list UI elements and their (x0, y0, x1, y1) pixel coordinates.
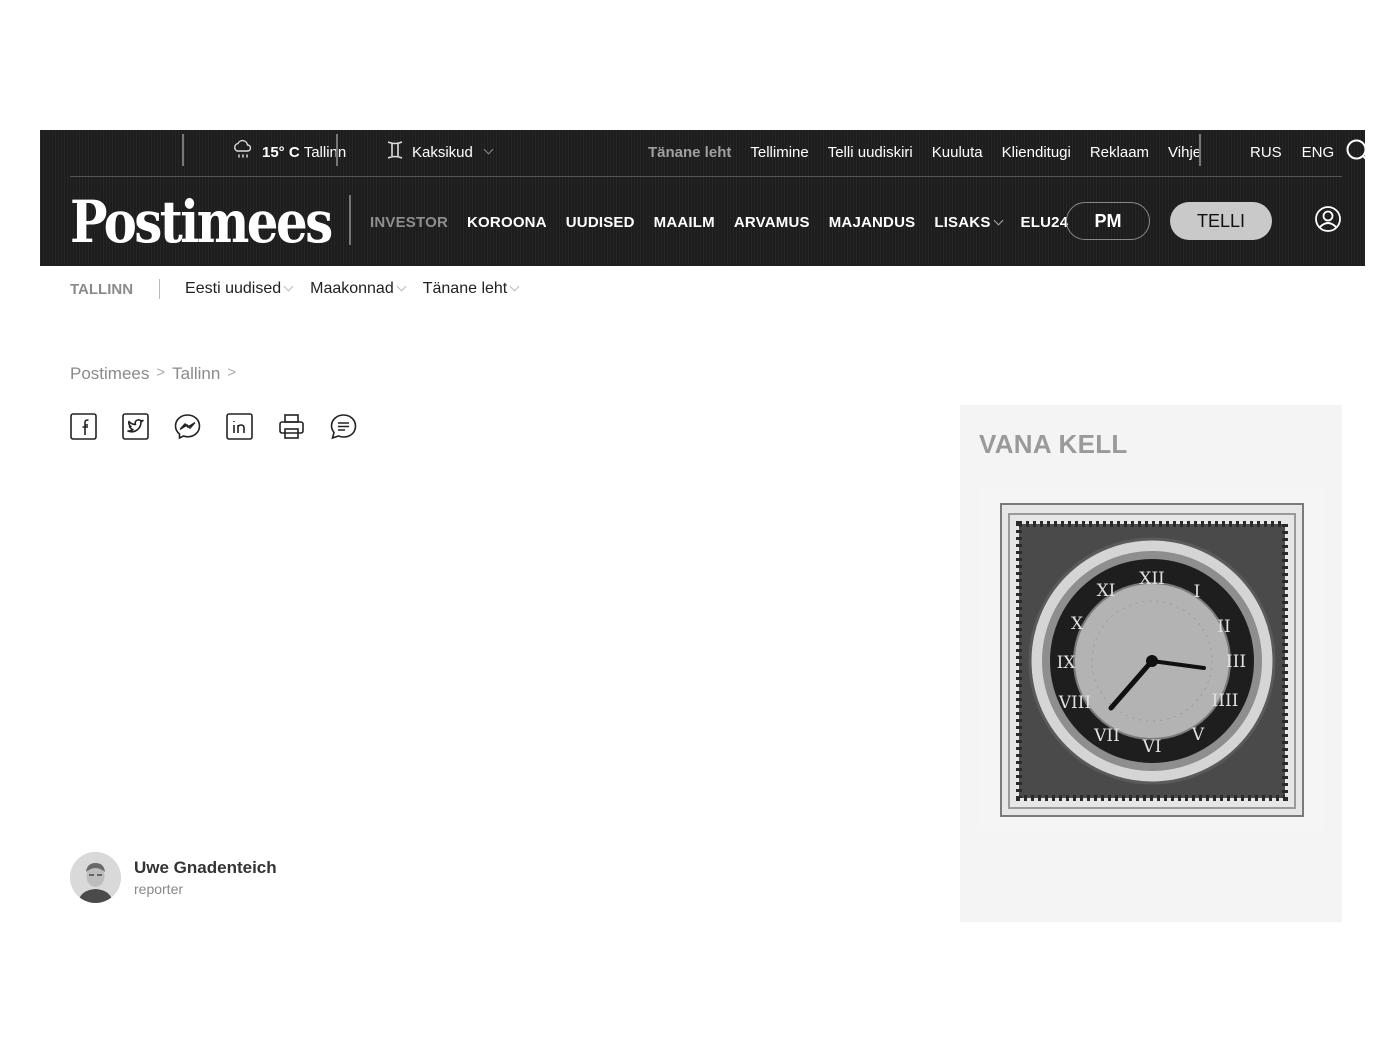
nav-maailm[interactable]: MAAILM (654, 214, 715, 231)
svg-text:IIII: IIII (1212, 691, 1239, 711)
chevron-down-icon (483, 144, 494, 154)
chevron-down-icon (283, 281, 294, 291)
nav-koroona[interactable]: KOROONA (467, 214, 547, 231)
top-links: Tänane leht Tellimine Telli uudiskiri Ku… (648, 130, 1201, 174)
user-circle-icon[interactable] (1314, 205, 1344, 235)
weather-widget[interactable]: 15° C Tallinn (232, 130, 346, 174)
search-icon[interactable] (1344, 137, 1374, 167)
top-bar: 15° C Tallinn Kaksikud Tänane leht Telli… (70, 130, 1372, 177)
nav-investor[interactable]: INVESTOR (370, 214, 448, 231)
svg-text:VI: VI (1142, 737, 1162, 757)
svg-text:XI: XI (1097, 581, 1116, 601)
author-name[interactable]: Uwe Gnadenteich (134, 858, 277, 878)
nav-arvamus[interactable]: ARVAMUS (734, 214, 810, 231)
svg-text:VIII: VIII (1058, 693, 1091, 713)
breadcrumb-separator: > (227, 364, 237, 381)
facebook-icon[interactable] (70, 413, 97, 440)
svg-text:II: II (1217, 617, 1230, 637)
site-header: 15° C Tallinn Kaksikud Tänane leht Telli… (40, 130, 1372, 266)
subnav-item-label: Maakonnad (310, 280, 394, 297)
subnav-maakonnad[interactable]: Maakonnad (310, 280, 407, 298)
clock-image[interactable]: XII I II III IIII V VI VII VIII IX X XI (979, 486, 1324, 831)
nav-lisaks-label: LISAKS (934, 213, 991, 231)
top-link-kuuluta[interactable]: Kuuluta (932, 144, 983, 161)
divider (1199, 134, 1201, 166)
top-link-reklaam[interactable]: Reklaam (1090, 144, 1149, 161)
rain-cloud-icon (232, 139, 254, 165)
svg-text:V: V (1191, 725, 1205, 745)
share-bar (70, 413, 357, 440)
weather-city: Tallinn (303, 143, 347, 161)
site-logo[interactable]: Postimees (70, 192, 333, 252)
section-title[interactable]: TALLINN (70, 281, 133, 298)
subscribe-button[interactable]: TELLI (1170, 202, 1272, 240)
chevron-down-icon (509, 281, 520, 291)
breadcrumb: Postimees > Tallinn > (70, 364, 236, 384)
top-link-newsletter[interactable]: Telli uudiskiri (828, 144, 913, 161)
linkedin-icon[interactable] (226, 413, 253, 440)
svg-text:III: III (1226, 652, 1246, 672)
breadcrumb-separator: > (156, 364, 166, 381)
subnav-eesti-uudised[interactable]: Eesti uudised (185, 280, 294, 298)
avatar (70, 852, 121, 903)
nav-uudised[interactable]: UUDISED (566, 214, 635, 231)
svg-text:VII: VII (1093, 726, 1120, 746)
sidebar-title[interactable]: VANA KELL (979, 429, 1128, 460)
subnav-item-label: Tänane leht (422, 280, 508, 297)
sidebar-box: VANA KELL XII I II III IIII V VI VII VII… (960, 405, 1342, 922)
horoscope-label: Kaksikud (412, 143, 473, 161)
svg-text:X: X (1071, 614, 1084, 634)
twitter-icon[interactable] (122, 413, 149, 440)
section-subnav: TALLINN Eesti uudised Maakonnad Tänane l… (70, 274, 536, 304)
divider (349, 195, 351, 245)
svg-text:IX: IX (1057, 653, 1077, 673)
print-icon[interactable] (278, 413, 305, 440)
subnav-tanane-leht[interactable]: Tänane leht (422, 280, 520, 298)
nav-majandus[interactable]: MAJANDUS (829, 214, 916, 231)
divider (182, 134, 184, 166)
top-link-vihje[interactable]: Vihje (1168, 144, 1201, 161)
author-role: reporter (134, 881, 184, 897)
breadcrumb-tallinn[interactable]: Tallinn (172, 364, 220, 384)
weather-temperature: 15° C (262, 143, 300, 161)
svg-text:XII: XII (1139, 569, 1165, 589)
nav-lisaks[interactable]: LISAKS (934, 213, 1003, 231)
lang-rus[interactable]: RUS (1250, 144, 1282, 161)
messenger-icon[interactable] (174, 413, 201, 440)
top-link-tanane-leht[interactable]: Tänane leht (648, 144, 731, 161)
language-switcher: RUS ENG (1250, 130, 1334, 174)
svg-text:I: I (1194, 582, 1201, 602)
top-link-klienditugi[interactable]: Klienditugi (1002, 144, 1071, 161)
top-link-tellimine[interactable]: Tellimine (750, 144, 808, 161)
comment-icon[interactable] (330, 413, 357, 440)
chevron-down-icon (993, 215, 1003, 225)
horoscope-dropdown[interactable]: Kaksikud (386, 130, 494, 174)
gemini-icon (386, 140, 404, 164)
breadcrumb-postimees[interactable]: Postimees (70, 364, 149, 384)
subnav-item-label: Eesti uudised (185, 280, 282, 297)
chevron-down-icon (396, 281, 407, 291)
divider (159, 279, 161, 299)
pm-button[interactable]: PM (1066, 202, 1150, 240)
divider (336, 134, 338, 166)
author-byline[interactable]: Uwe Gnadenteich reporter (70, 852, 277, 903)
lang-eng[interactable]: ENG (1302, 144, 1335, 161)
nav-elu24[interactable]: ELU24 (1021, 214, 1069, 231)
main-nav: INVESTOR KOROONA UUDISED MAAILM ARVAMUS … (370, 202, 1068, 242)
